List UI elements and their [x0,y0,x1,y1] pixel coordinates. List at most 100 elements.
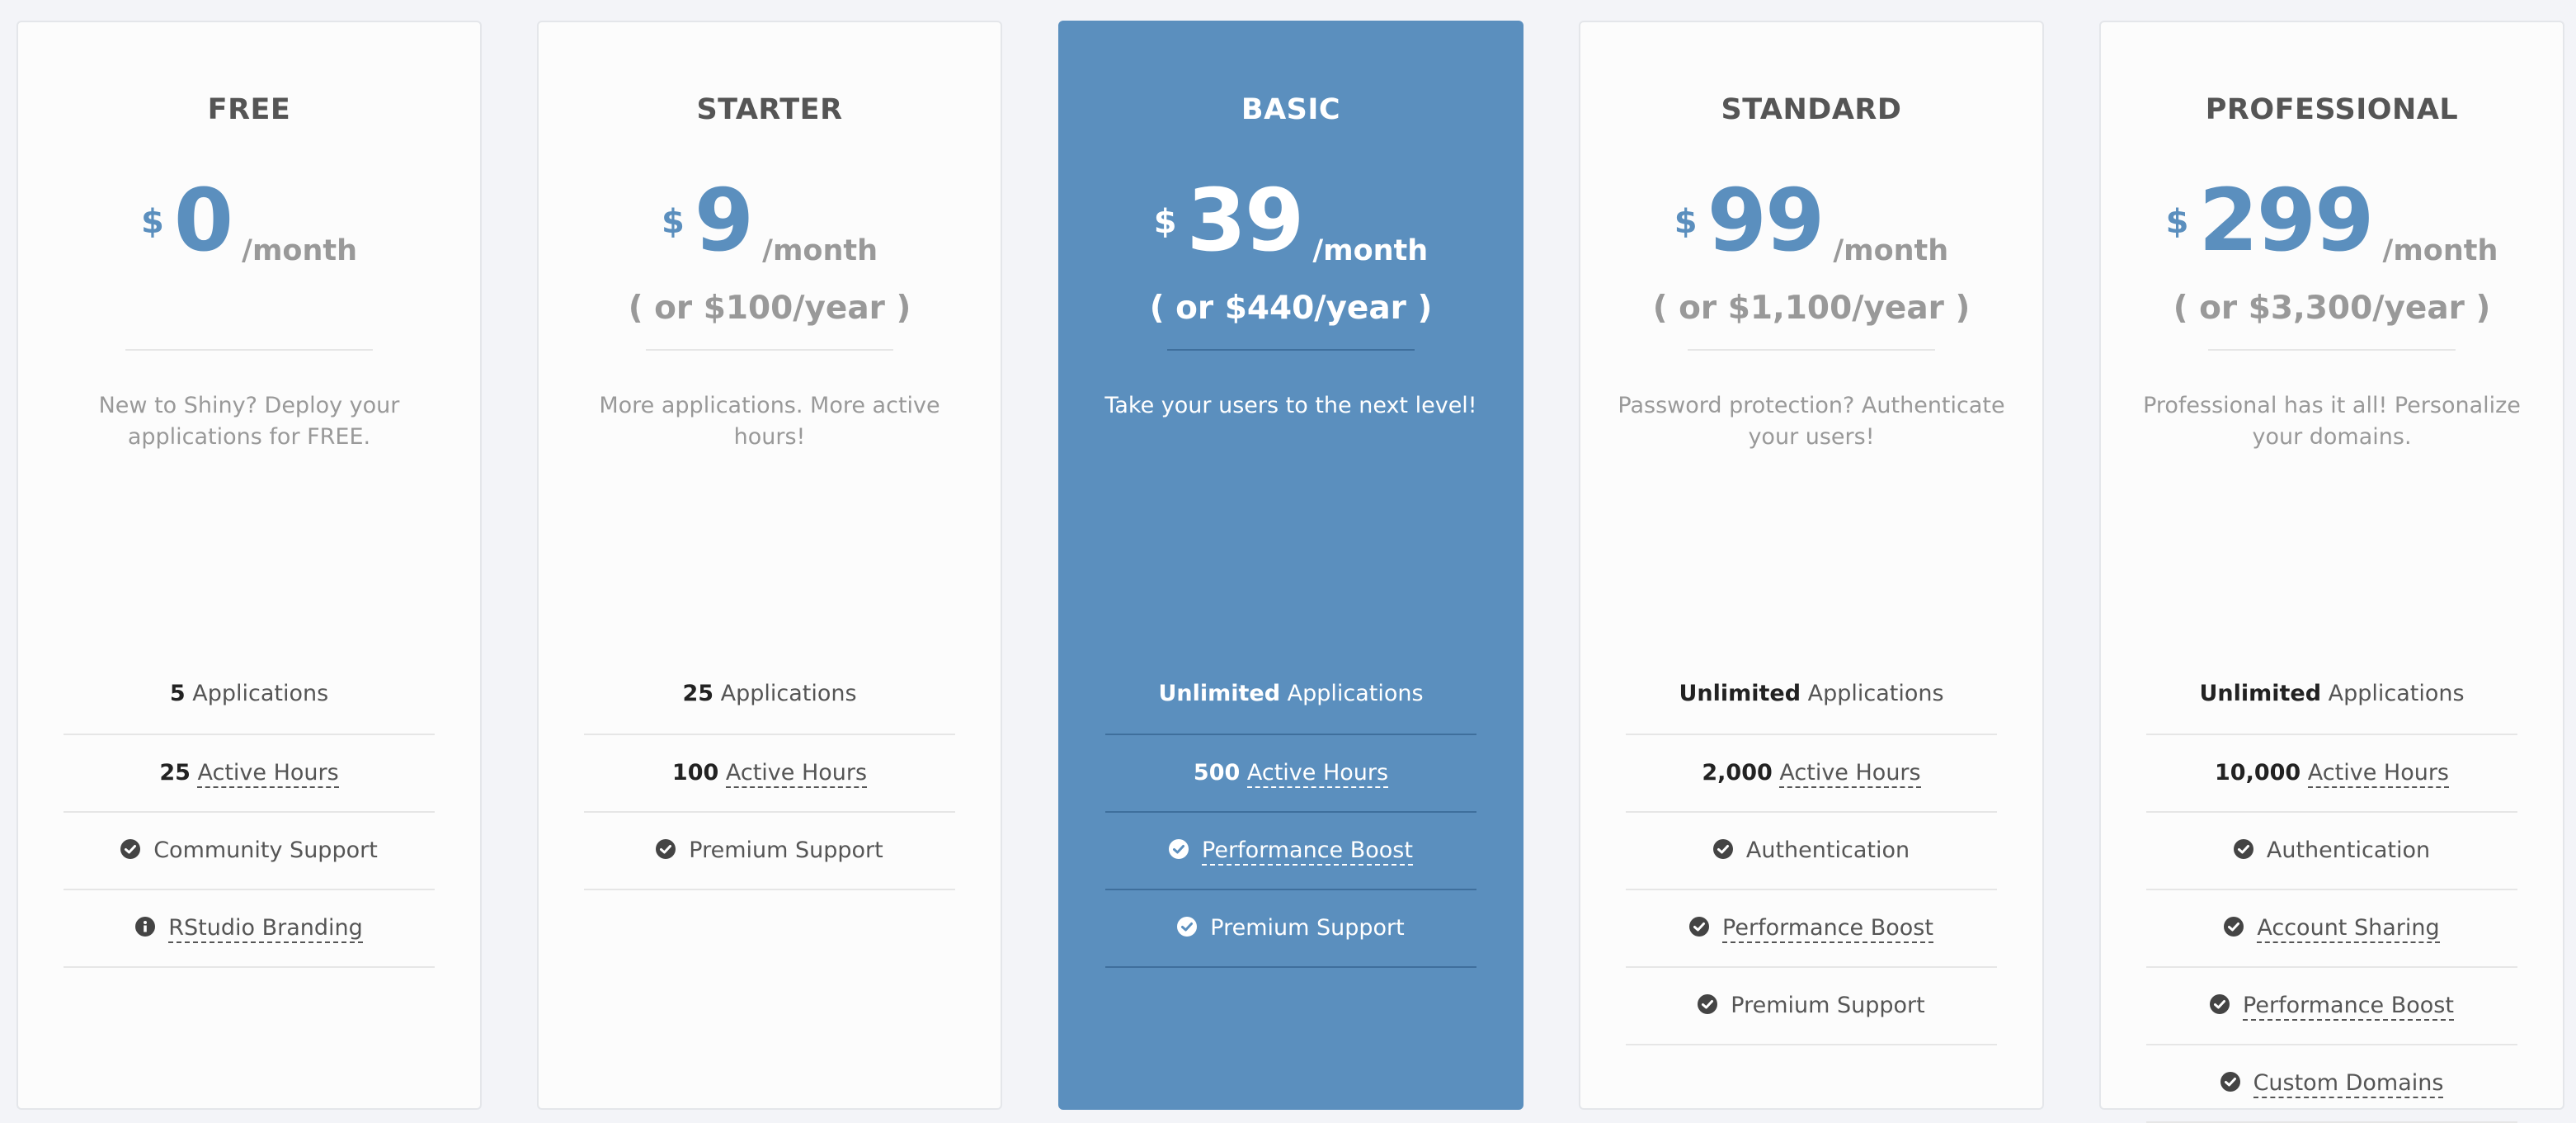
price-amount: 99 [1707,170,1825,271]
feature-label: Applications [2328,681,2465,706]
plan-card-professional[interactable]: PROFESSIONAL $299/month ( or $3,300/year… [2099,21,2564,1123]
price-currency: $ [2165,203,2189,241]
feature-list: Unlimited Applications 500 Active Hours Pe… [1105,659,1476,968]
plan-description: Password protection? Authenticate your u… [1618,393,2005,450]
plan-card-basic[interactable]: BASIC $39/month ( or $440/year ) Take yo… [1058,21,1523,1110]
feature-label: Premium Support [1210,915,1405,941]
feature-item: 25 Applications [584,659,955,735]
plan-description: Professional has it all! Personalize you… [2143,393,2521,450]
feature-tooltip-label[interactable]: Active Hours [1246,760,1389,788]
feature-tooltip-label[interactable]: Performance Boost [2243,993,2454,1021]
feature-item: Unlimited Applications [1626,659,1997,735]
feature-quantity: 5 [169,681,186,706]
plan-card-starter[interactable]: STARTER $9/month ( or $100/year ) More a… [537,21,1002,1110]
feature-tooltip-label[interactable]: Active Hours [1779,760,1921,788]
price: $299/month [2101,177,2563,266]
feature-tooltip-label[interactable]: Active Hours [2307,760,2449,788]
feature-item: 5 Applications [64,659,435,735]
feature-list: 25 Applications 100 Active Hours Premium S… [584,659,955,890]
plan-name: STARTER [696,93,843,126]
feature-tooltip-label[interactable]: Custom Domains [2253,1070,2444,1098]
check-circle-icon [2224,916,2244,937]
feature-label: Premium Support [1731,993,1925,1018]
price-amount: 299 [2198,170,2374,271]
feature-label: Authentication [2266,838,2431,863]
feature-item: RStudio Branding [64,890,435,968]
price: $9/month [539,177,1001,266]
feature-item: Authentication [2146,813,2517,890]
feature-label: Applications [192,681,329,706]
feature-item: Premium Support [1626,968,1997,1045]
feature-item: Performance Boost [2146,968,2517,1045]
price-currency: $ [661,203,685,241]
feature-item: 500 Active Hours [1105,735,1476,813]
price-currency: $ [1674,203,1698,241]
check-circle-icon [2210,993,2230,1014]
feature-quantity: Unlimited [1679,681,1801,706]
feature-label: Community Support [153,838,378,863]
feature-item: Unlimited Applications [1105,659,1476,735]
feature-label: Applications [720,681,857,706]
feature-tooltip-label[interactable]: Account Sharing [2257,915,2440,943]
feature-list: Unlimited Applications 2,000 Active Hours… [1626,659,1997,1045]
feature-item: Performance Boost [1626,890,1997,968]
feature-tooltip-label[interactable]: Active Hours [725,760,868,788]
feature-tooltip-label[interactable]: Performance Boost [1202,838,1413,866]
yearly-price: ( or $100/year ) [628,290,911,327]
feature-item: Custom Domains [2146,1045,2517,1123]
price-amount: 9 [694,170,754,271]
feature-label: Applications [1807,681,1944,706]
feature-quantity: Unlimited [2199,681,2322,706]
feature-item: 25 Active Hours [64,735,435,813]
feature-quantity: 25 [159,760,191,786]
yearly-price: ( or $1,100/year ) [1652,290,1971,327]
check-circle-icon [656,838,676,859]
plan-card-free[interactable]: FREE $0/month New to Shiny? Deploy your … [16,21,482,1110]
price-period: /month [1312,234,1429,267]
plan-name: PROFESSIONAL [2205,93,2459,126]
plan-name: STANDARD [1721,93,1902,126]
feature-quantity: 10,000 [2215,760,2301,786]
feature-item: 100 Active Hours [584,735,955,813]
feature-quantity: 100 [671,760,719,786]
pricing-plans: FREE $0/month New to Shiny? Deploy your … [0,0,2576,1123]
divider [646,349,893,351]
feature-item: Authentication [1626,813,1997,890]
price: $99/month [1580,177,2042,266]
feature-item: Premium Support [1105,890,1476,968]
check-circle-icon [1177,916,1198,937]
check-circle-icon [1712,838,1733,859]
price: $0/month [18,177,480,266]
divider [125,349,373,351]
feature-quantity: Unlimited [1158,681,1281,706]
check-circle-icon [1698,993,1718,1014]
feature-item: 2,000 Active Hours [1626,735,1997,813]
check-circle-icon [1689,916,1710,937]
yearly-price: ( or $3,300/year ) [2173,290,2491,327]
check-circle-icon [120,838,141,859]
plan-card-standard[interactable]: STANDARD $99/month ( or $1,100/year ) Pa… [1579,21,2044,1110]
feature-list: Unlimited Applications 10,000 Active Hour… [2146,659,2517,1123]
check-circle-icon [2220,1071,2240,1092]
price-amount: 0 [173,170,233,271]
feature-tooltip-label[interactable]: Performance Boost [1722,915,1933,943]
price-period: /month [1833,234,1949,267]
feature-item: Account Sharing [2146,890,2517,968]
plan-description: Take your users to the next level! [1104,393,1477,418]
price-amount: 39 [1186,170,1305,271]
feature-quantity: 500 [1193,760,1241,786]
feature-quantity: 2,000 [1702,760,1773,786]
plan-description: New to Shiny? Deploy your applications f… [98,393,400,450]
price-period: /month [242,234,358,267]
check-circle-icon [2233,838,2253,859]
price: $39/month [1060,177,1522,266]
feature-tooltip-label[interactable]: Active Hours [197,760,339,788]
price-period: /month [762,234,878,267]
feature-item: Community Support [64,813,435,890]
yearly-price: ( or $440/year ) [1149,290,1433,327]
plan-description: More applications. More active hours! [599,393,940,450]
feature-tooltip-label[interactable]: RStudio Branding [168,915,363,943]
feature-item: Unlimited Applications [2146,659,2517,735]
price-currency: $ [140,203,164,241]
price-period: /month [2382,234,2498,267]
